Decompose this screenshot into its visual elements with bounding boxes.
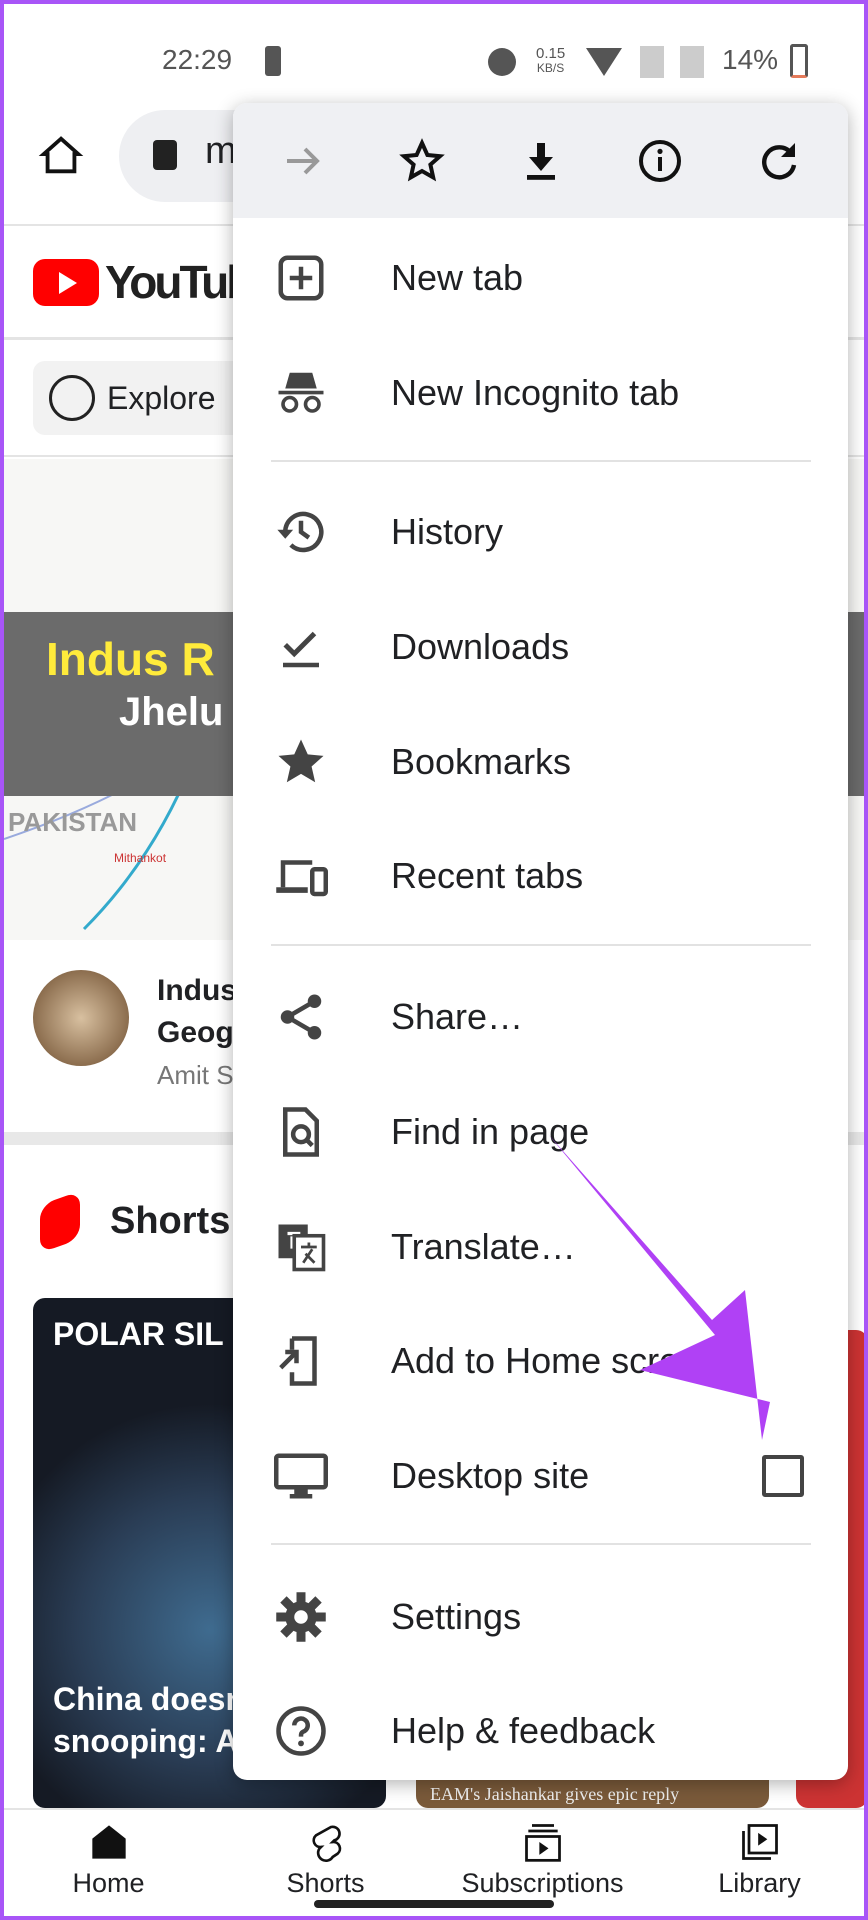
help-icon	[271, 1704, 331, 1758]
no-sim-icon-2	[680, 46, 704, 78]
menu-item-history[interactable]: History	[233, 474, 848, 589]
menu-item-translate[interactable]: Translate…	[233, 1189, 848, 1304]
menu-item-help-feedback[interactable]: Help & feedback	[233, 1673, 848, 1780]
menu-item-label: New Incognito tab	[391, 371, 680, 413]
menu-item-label: New tab	[391, 256, 524, 298]
compass-icon	[49, 375, 95, 421]
menu-item-label: Add to Home screen	[391, 1339, 720, 1381]
menu-divider	[271, 1543, 811, 1545]
menu-item-find-in-page[interactable]: Find in page	[233, 1074, 848, 1189]
menu-divider	[271, 944, 811, 946]
menu-item-label: Desktop site	[391, 1454, 590, 1496]
menu-item-add-to-home-screen[interactable]: Add to Home screen	[233, 1303, 848, 1418]
menu-item-label: Settings	[391, 1595, 522, 1637]
menu-item-new-incognito-tab[interactable]: New Incognito tab	[233, 335, 848, 450]
nav-library[interactable]: Library	[660, 1810, 860, 1920]
bookmark-star-icon	[271, 735, 331, 789]
battery-icon	[790, 44, 808, 78]
menu-toolbar	[233, 103, 848, 218]
url-text: m	[205, 130, 237, 172]
short-caption: EAM's Jaishankar gives epic reply	[430, 1784, 680, 1804]
menu-item-label: Help & feedback	[391, 1709, 656, 1751]
menu-item-settings[interactable]: Settings	[233, 1559, 848, 1674]
status-time: 22:29	[162, 44, 233, 75]
channel-avatar[interactable]	[33, 970, 129, 1066]
video-title[interactable]: Indus	[157, 970, 237, 1012]
library-icon	[741, 1824, 778, 1860]
menu-item-label: History	[391, 510, 504, 552]
menu-item-recent-tabs[interactable]: Recent tabs	[233, 818, 848, 933]
reload-icon[interactable]	[755, 137, 803, 185]
new-tab-icon	[271, 251, 331, 305]
net-unit: KB/S	[536, 61, 565, 75]
explore-chip[interactable]: Explore	[33, 361, 263, 435]
menu-item-share[interactable]: Share…	[233, 959, 848, 1074]
info-icon[interactable]	[636, 137, 684, 185]
home-icon[interactable]	[38, 133, 84, 179]
menu-item-label: Downloads	[391, 625, 570, 667]
shorts-header: Shorts	[110, 1200, 231, 1242]
menu-item-label: Share…	[391, 995, 524, 1037]
channel-name: Amit S	[157, 1060, 234, 1090]
menu-item-label: Bookmarks	[391, 740, 572, 782]
add-to-home-icon	[271, 1334, 331, 1388]
shorts-logo-icon	[40, 1190, 80, 1254]
nav-home[interactable]: Home	[9, 1810, 209, 1920]
battery-percent: 14%	[722, 44, 779, 75]
translate-icon	[271, 1220, 331, 1274]
downloads-icon	[271, 620, 331, 674]
wifi-icon	[586, 48, 622, 76]
devices-icon	[271, 849, 331, 903]
menu-item-label: Recent tabs	[391, 854, 584, 896]
forward-arrow-icon[interactable]	[279, 137, 327, 185]
menu-item-label: Find in page	[391, 1110, 590, 1152]
home-indicator	[314, 1900, 554, 1908]
home-filled-icon	[91, 1825, 126, 1859]
menu-divider	[271, 460, 811, 462]
history-icon	[271, 505, 331, 559]
find-in-page-icon	[271, 1105, 331, 1159]
menu-item-bookmarks[interactable]: Bookmarks	[233, 704, 848, 819]
star-icon[interactable]	[398, 137, 446, 185]
dnd-icon	[488, 48, 516, 76]
menu-item-label: Translate…	[391, 1225, 576, 1267]
youtube-play-icon	[33, 258, 99, 306]
incognito-icon	[271, 366, 331, 420]
monitor-icon	[271, 1449, 331, 1503]
battery-alert-icon	[265, 46, 281, 76]
net-speed: 0.15	[536, 45, 566, 62]
lock-icon	[153, 140, 177, 170]
download-icon[interactable]	[517, 137, 565, 185]
shorts-icon	[311, 1825, 341, 1862]
share-icon	[271, 990, 331, 1044]
status-bar: 22:29 0.15 KB/S 14%	[0, 0, 868, 110]
chrome-overflow-menu: New tab New Incognito tab History Downloads…	[233, 103, 848, 1780]
gear-icon	[271, 1590, 331, 1644]
menu-item-downloads[interactable]: Downloads	[233, 589, 848, 704]
subscriptions-icon	[524, 1824, 561, 1862]
no-sim-icon	[640, 46, 664, 78]
menu-item-desktop-site[interactable]: Desktop site	[233, 1418, 848, 1533]
desktop-site-checkbox[interactable]	[762, 1454, 804, 1497]
menu-item-new-tab[interactable]: New tab	[233, 220, 848, 335]
